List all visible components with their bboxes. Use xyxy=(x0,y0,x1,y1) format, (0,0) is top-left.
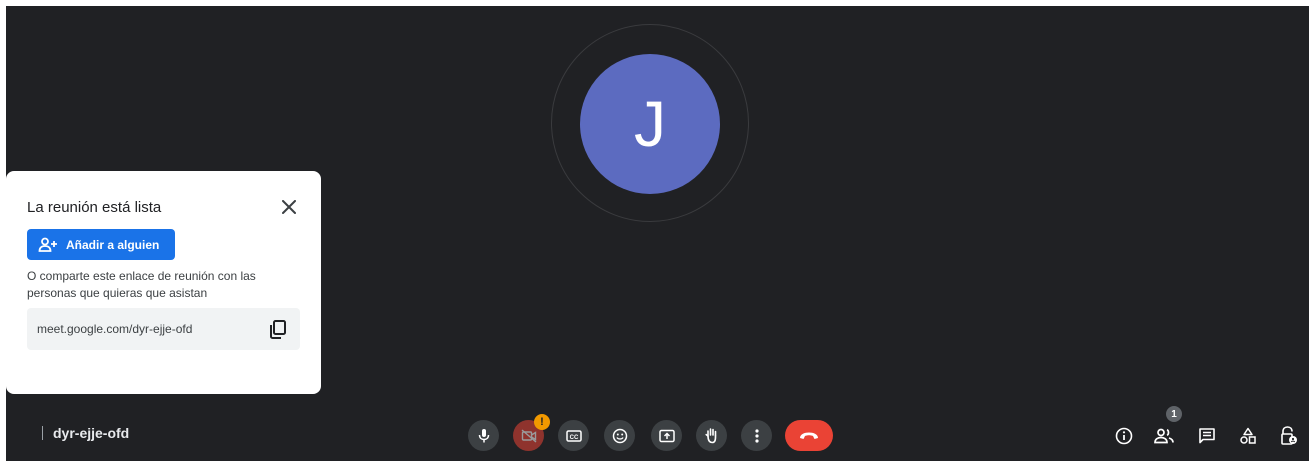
card-title: La reunión está lista xyxy=(27,199,162,216)
meeting-ready-card: La reunión está lista Añadir a alguien O… xyxy=(6,171,321,394)
close-icon xyxy=(282,200,296,214)
meeting-details-button[interactable] xyxy=(1112,424,1136,448)
more-options-button[interactable] xyxy=(741,420,772,451)
participant-avatar: J xyxy=(580,54,720,194)
mic-button[interactable] xyxy=(468,420,499,451)
emoji-icon xyxy=(612,428,627,443)
close-button[interactable] xyxy=(278,196,300,218)
chat-button[interactable] xyxy=(1195,424,1219,448)
chat-icon xyxy=(1199,428,1215,444)
avatar-initial: J xyxy=(634,88,666,160)
add-someone-label: Añadir a alguien xyxy=(66,237,160,252)
present-icon xyxy=(658,429,675,442)
meeting-stage: J La reunión está lista Añadir a alguien… xyxy=(6,6,1309,461)
captions-button[interactable]: CC xyxy=(558,420,589,451)
people-button[interactable] xyxy=(1152,424,1176,448)
raise-hand-icon xyxy=(704,428,716,444)
host-controls-icon xyxy=(1281,426,1297,445)
add-someone-button[interactable]: Añadir a alguien xyxy=(27,229,175,260)
host-controls-button[interactable] xyxy=(1277,424,1301,448)
meeting-code: dyr-ejje-ofd xyxy=(53,425,130,441)
more-options-icon xyxy=(754,428,759,443)
svg-text:CC: CC xyxy=(569,435,578,441)
meeting-link[interactable]: meet.google.com/dyr-ejje-ofd xyxy=(37,322,192,336)
info-icon xyxy=(1115,427,1133,445)
add-person-icon xyxy=(38,237,57,252)
separator xyxy=(42,426,43,440)
present-button[interactable] xyxy=(651,420,682,451)
mic-icon xyxy=(478,428,489,442)
reactions-button[interactable] xyxy=(604,420,635,451)
hangup-icon xyxy=(800,432,818,439)
meeting-link-box: meet.google.com/dyr-ejje-ofd xyxy=(27,308,300,350)
activities-icon xyxy=(1240,427,1256,444)
camera-off-icon xyxy=(521,428,536,443)
people-icon xyxy=(1154,428,1174,444)
leave-call-button[interactable] xyxy=(785,420,833,451)
captions-icon: CC xyxy=(565,429,582,442)
people-count-badge: 1 xyxy=(1166,406,1182,422)
copy-link-button[interactable] xyxy=(267,318,289,340)
camera-warning-badge: ! xyxy=(534,414,550,430)
meeting-code-area: dyr-ejje-ofd xyxy=(42,425,129,441)
raise-hand-button[interactable] xyxy=(696,420,727,451)
copy-icon xyxy=(270,320,286,339)
share-description: O comparte este enlace de reunión con la… xyxy=(27,269,256,300)
activities-button[interactable] xyxy=(1236,424,1260,448)
